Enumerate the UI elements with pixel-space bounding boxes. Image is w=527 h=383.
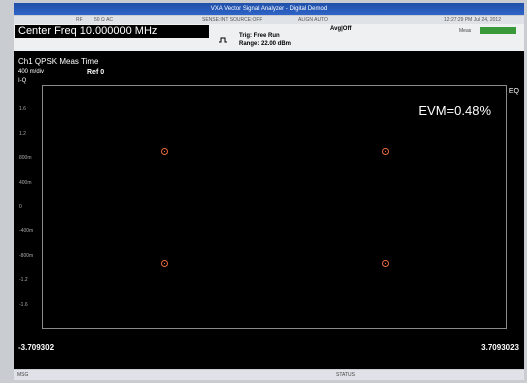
status-bar: MSG STATUS xyxy=(14,370,524,380)
constellation-point xyxy=(382,147,390,155)
x-axis-min: -3.709302 xyxy=(18,343,55,352)
constellation-point xyxy=(382,260,390,268)
constellation-trace[interactable]: Ch1 QPSK Meas Time 400 m/div Ref 0 I-Q E… xyxy=(14,51,524,369)
message-label: MSG xyxy=(17,372,29,378)
reference-level: Ref 0 xyxy=(87,69,105,76)
analyzer-window: VXA Vector Signal Analyzer - Digital Dem… xyxy=(0,0,527,383)
window-title: VXA Vector Signal Analyzer - Digital Dem… xyxy=(14,3,524,15)
rf-label: RF xyxy=(76,17,83,23)
plot-grid xyxy=(42,85,507,329)
center-freq-display[interactable]: Center Freq 10.000000 MHz xyxy=(15,25,209,38)
x-axis-max: 3.7093023 xyxy=(481,343,519,352)
y-tick-label: 1.6 xyxy=(19,106,26,113)
y-tick-label: 400m xyxy=(19,179,32,186)
trigger-icon xyxy=(219,37,227,43)
trigger-mode: Trig: Free Run xyxy=(239,33,280,39)
average-status[interactable]: Avg|Off xyxy=(330,26,351,32)
constellation-point xyxy=(160,260,168,268)
trace-title: Ch1 QPSK Meas Time xyxy=(18,57,99,66)
trace-indicator xyxy=(480,27,516,34)
sense-source-label: SENSE:INT SOURCE:OFF xyxy=(202,17,263,23)
align-label: ALIGN AUTO xyxy=(298,17,328,23)
y-tick-label: 0 xyxy=(19,204,22,210)
input-range: Range: 22.00 dBm xyxy=(239,41,292,47)
y-tick-label: 800m xyxy=(19,155,32,162)
coupling-label: 50 Ω AC xyxy=(94,17,114,23)
eq-label: EQ xyxy=(508,88,519,95)
trigger-info: Trig: Free Run Range: 22.00 dBm xyxy=(239,32,291,48)
meas-label: Meas xyxy=(459,28,472,34)
measurement-header: Center Freq 10.000000 MHz Trig: Free Run… xyxy=(14,24,524,51)
clock-label: 12:27:29 PM Jul 24, 2012 xyxy=(444,17,501,23)
status-strip: RF 50 Ω AC SENSE:INT SOURCE:OFF ALIGN AU… xyxy=(14,16,524,39)
y-tick-label: -400m xyxy=(19,228,34,235)
y-tick-label: -1.2 xyxy=(19,277,28,284)
iq-label: I-Q xyxy=(18,78,27,84)
scale-per-div: 400 m/div xyxy=(18,69,45,75)
constellation-point xyxy=(160,147,168,155)
y-tick-label: -1.6 xyxy=(19,301,28,308)
y-tick-label: -800m xyxy=(19,252,34,259)
y-tick-label: 1.2 xyxy=(19,130,26,137)
status-label: STATUS xyxy=(336,372,355,378)
